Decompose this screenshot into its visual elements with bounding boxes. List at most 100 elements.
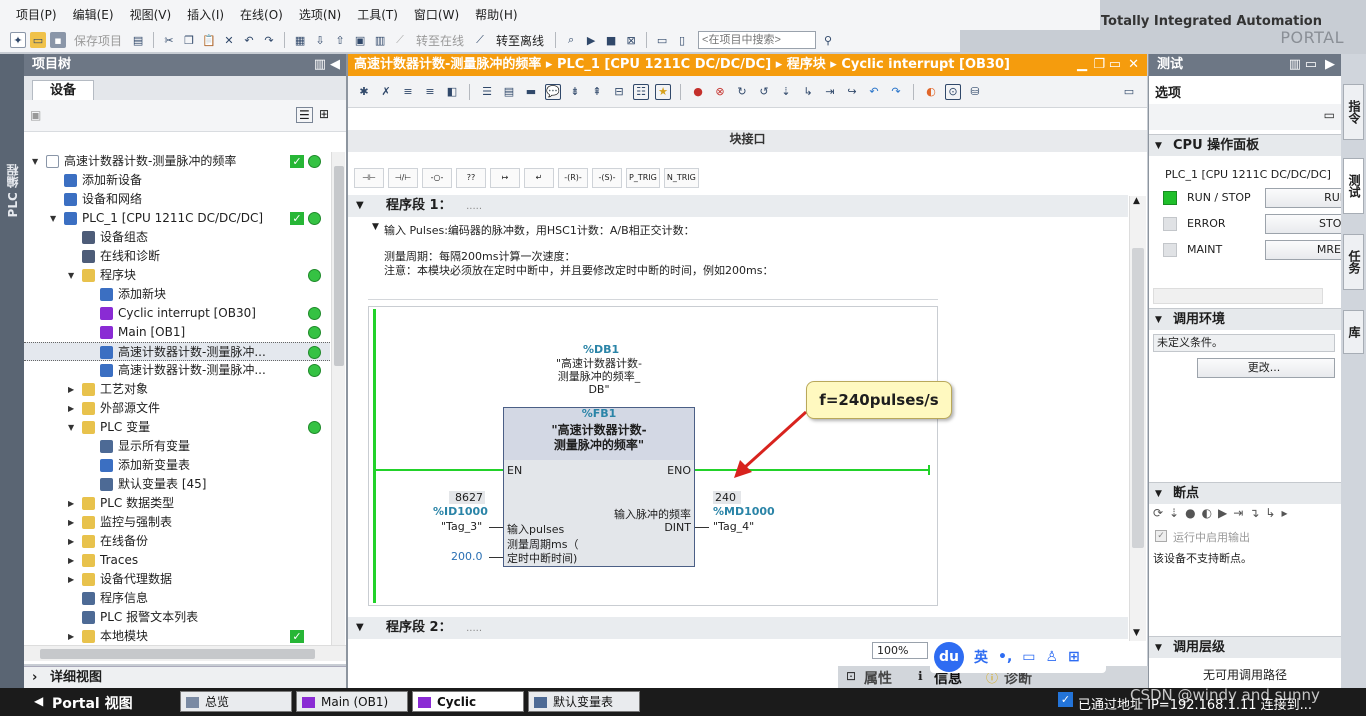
tab-testing[interactable]: 测试 — [1343, 158, 1364, 214]
stop-button[interactable]: STOP — [1265, 214, 1353, 234]
add-item-icon[interactable]: ▣ — [30, 108, 41, 122]
minimize-icon[interactable]: ▁ — [1077, 54, 1087, 76]
tab-instructions[interactable]: 指令 — [1343, 84, 1364, 140]
split-horizontal-icon[interactable]: ▭ — [654, 32, 670, 48]
network-collapse-icon[interactable]: ▼ — [356, 195, 364, 217]
append-row-icon[interactable]: ≡ — [422, 84, 438, 100]
new-project-icon[interactable]: ✦ — [10, 32, 26, 48]
step-over-icon[interactable]: ↺ — [756, 84, 772, 100]
network-collapse-icon[interactable]: ▼ — [356, 617, 364, 639]
ladder-coil[interactable]: -○- — [422, 168, 452, 188]
ime-language-toggle[interactable]: 英 — [974, 647, 988, 667]
expand-arrow-icon[interactable]: › — [32, 667, 37, 689]
menu-tools[interactable]: 工具(T) — [349, 0, 406, 30]
enable-output-checkbox[interactable]: ✓ — [1155, 530, 1167, 542]
copy-icon[interactable]: ❐ — [181, 32, 197, 48]
portal-view-button[interactable]: Portal 视图 — [52, 693, 133, 713]
delete-network-icon[interactable]: ✗ — [378, 84, 394, 100]
tree-item[interactable]: ▶ 监控与强制表 — [24, 513, 330, 532]
absolute-symbolic-icon[interactable]: ☰ — [479, 84, 495, 100]
run-button[interactable]: RUN — [1265, 188, 1353, 208]
monitor-icon[interactable]: ↶ — [866, 84, 882, 100]
tree-item[interactable]: 设备组态 — [24, 228, 330, 247]
delete-icon[interactable]: ✕ — [221, 32, 237, 48]
period-pin-line-2[interactable]: 定时中断时间) — [507, 550, 577, 566]
tree-item[interactable]: 设备和网络 — [24, 190, 330, 209]
network-1-header[interactable]: ▼ 程序段 1： ..... — [348, 195, 1128, 217]
collapsed-arrow-icon[interactable]: ▶ — [68, 627, 78, 645]
step-icon[interactable]: ↻ — [734, 84, 750, 100]
float-icon[interactable]: ▭ — [1109, 54, 1121, 76]
tab-tasks[interactable]: 任务 — [1343, 234, 1364, 290]
collapse-panel-icon[interactable]: ▶ — [1325, 54, 1335, 76]
input-pulses-pin[interactable]: 输入pulses — [507, 521, 564, 537]
scrollbar-thumb[interactable] — [1132, 248, 1144, 548]
ime-user-icon[interactable]: ♙ — [1046, 649, 1059, 665]
options-view-icon[interactable]: ▭ — [1324, 108, 1335, 122]
ladder-n-trig[interactable]: N_TRIG — [663, 168, 699, 188]
tree-item[interactable]: ▶ 设备代理数据 — [24, 570, 330, 589]
menu-view[interactable]: 视图(V) — [122, 0, 180, 30]
ime-punctuation-icon[interactable]: •, — [998, 649, 1012, 665]
collapsed-arrow-icon[interactable]: ▶ — [68, 380, 78, 399]
tree-item[interactable]: PLC 报警文本列表 — [24, 608, 330, 627]
ladder-set-coil[interactable]: -(S)- — [592, 168, 622, 188]
save-icon[interactable]: ▪ — [50, 32, 66, 48]
ladder-nc-contact[interactable]: ⊣/⊢ — [388, 168, 418, 188]
tree-item[interactable]: 在线和诊断 — [24, 247, 330, 266]
go-offline-button[interactable]: 转至离线 — [492, 32, 548, 49]
fb-call-box[interactable]: %FB1 "高速计数器计数- 测量脉冲的频率" EN ENO 输入脉冲的频率 D… — [503, 407, 695, 567]
en-pin[interactable]: EN — [507, 464, 522, 477]
menu-edit[interactable]: 编辑(E) — [65, 0, 122, 30]
search-icon[interactable]: ⚲ — [820, 32, 836, 48]
ime-screen-icon[interactable]: ▭ — [1022, 649, 1035, 665]
menu-insert[interactable]: 插入(I) — [179, 0, 232, 30]
zoom-select[interactable]: 100% — [872, 642, 928, 659]
collapsed-arrow-icon[interactable]: ▶ — [68, 570, 78, 589]
go-online-button[interactable]: 转至在线 — [412, 32, 468, 49]
collapsed-arrow-icon[interactable]: ▶ — [68, 494, 78, 513]
start-cpu-icon[interactable]: ▶ — [583, 32, 599, 48]
task-main-ob1[interactable]: Main (OB1) — [296, 691, 408, 712]
tree-item[interactable]: ▶ 工艺对象 — [24, 380, 330, 399]
compile-icon[interactable]: ▦ — [292, 32, 308, 48]
simulate-icon[interactable]: ▣ — [352, 32, 368, 48]
call-environment-header[interactable]: ▼ 调用环境 — [1149, 308, 1341, 330]
tree-item[interactable]: Cyclic interrupt [OB30] — [24, 304, 330, 323]
monitor-on-icon[interactable]: ↷ — [888, 84, 904, 100]
save-project-button[interactable]: 保存项目 — [70, 32, 126, 49]
eno-pin[interactable]: ENO — [667, 464, 691, 477]
scrollbar-thumb[interactable] — [334, 166, 344, 366]
collapsed-arrow-icon[interactable]: ▶ — [68, 551, 78, 570]
restore-icon[interactable]: ❐ — [1093, 54, 1105, 76]
menu-project[interactable]: 项目(P) — [8, 0, 65, 30]
menu-online[interactable]: 在线(O) — [232, 0, 291, 30]
call-list-icon[interactable]: ☷ — [633, 83, 649, 100]
ime-logo[interactable]: du — [934, 642, 964, 672]
task-cyclic-interrupt[interactable]: Cyclic interr... — [412, 691, 524, 712]
tree-item[interactable]: 程序信息 — [24, 589, 330, 608]
monitoring-on-off-icon[interactable]: ⊙ — [945, 83, 961, 100]
editor-settings-icon[interactable]: ▭ — [1121, 84, 1137, 100]
list-view-icon[interactable]: ☰ — [296, 107, 313, 123]
tree-item[interactable]: ▶ PLC 数据类型 — [24, 494, 330, 513]
modify-icon[interactable]: ◐ — [923, 84, 939, 100]
continue-icon[interactable]: ↪ — [844, 84, 860, 100]
expanded-arrow-icon[interactable]: ▼ — [32, 152, 42, 171]
scroll-up-icon[interactable]: ▲ — [1133, 196, 1140, 206]
detail-view-header[interactable]: › 详细视图 — [24, 666, 346, 688]
collapse-panel-icon[interactable]: ◀ — [330, 54, 340, 76]
tree-item[interactable]: 默认变量表 [45] — [24, 475, 330, 494]
insert-row-icon[interactable]: ≡ — [400, 84, 416, 100]
call-hierarchy-header[interactable]: ▼ 调用层级 — [1149, 636, 1341, 658]
plc-programming-sidetab[interactable]: PLC 编程 — [0, 54, 24, 688]
editor-scrollbar[interactable]: ▲ ▼ — [1129, 196, 1146, 641]
section-collapse-icon[interactable]: ▼ — [1155, 483, 1162, 505]
step-out-icon[interactable]: ↳ — [800, 84, 816, 100]
section-collapse-icon[interactable]: ▼ — [1155, 309, 1162, 331]
network-2-header[interactable]: ▼ 程序段 2： ..... — [348, 617, 1128, 639]
tree-item[interactable]: ▼ PLC_1 [CPU 1211C DC/DC/DC] ✓ — [24, 209, 330, 228]
ladder-p-trig[interactable]: P_TRIG — [626, 168, 660, 188]
collapsed-arrow-icon[interactable]: ▶ — [68, 399, 78, 418]
upload-icon[interactable]: ⇧ — [332, 32, 348, 48]
